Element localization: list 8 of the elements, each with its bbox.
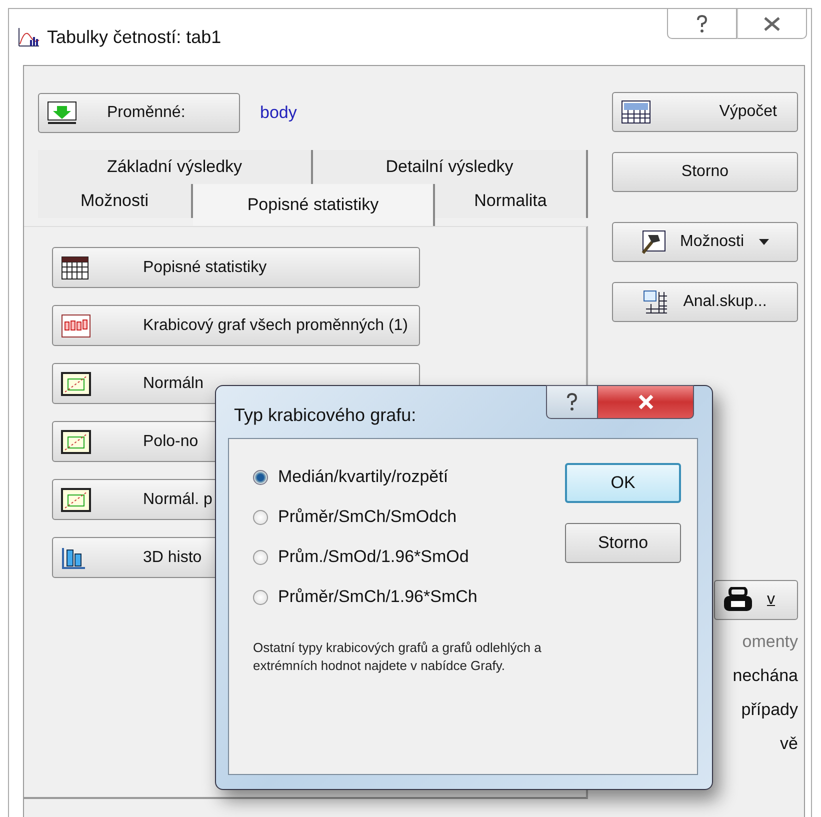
option-label: nechána xyxy=(732,666,798,686)
window-title: Tabulky četností: tab1 xyxy=(47,26,222,48)
option-label: vě xyxy=(780,734,798,754)
dialog-title: Typ krabicového grafu: xyxy=(233,404,416,426)
note-text: Ostatní typy krabicových grafů a grafů odlehlých a extrémních hodnot najdete v nabídce Grafy. xyxy=(253,639,542,674)
option-label: omenty xyxy=(742,632,798,652)
option-label: případy xyxy=(741,700,798,720)
variables-value: body xyxy=(260,103,297,123)
